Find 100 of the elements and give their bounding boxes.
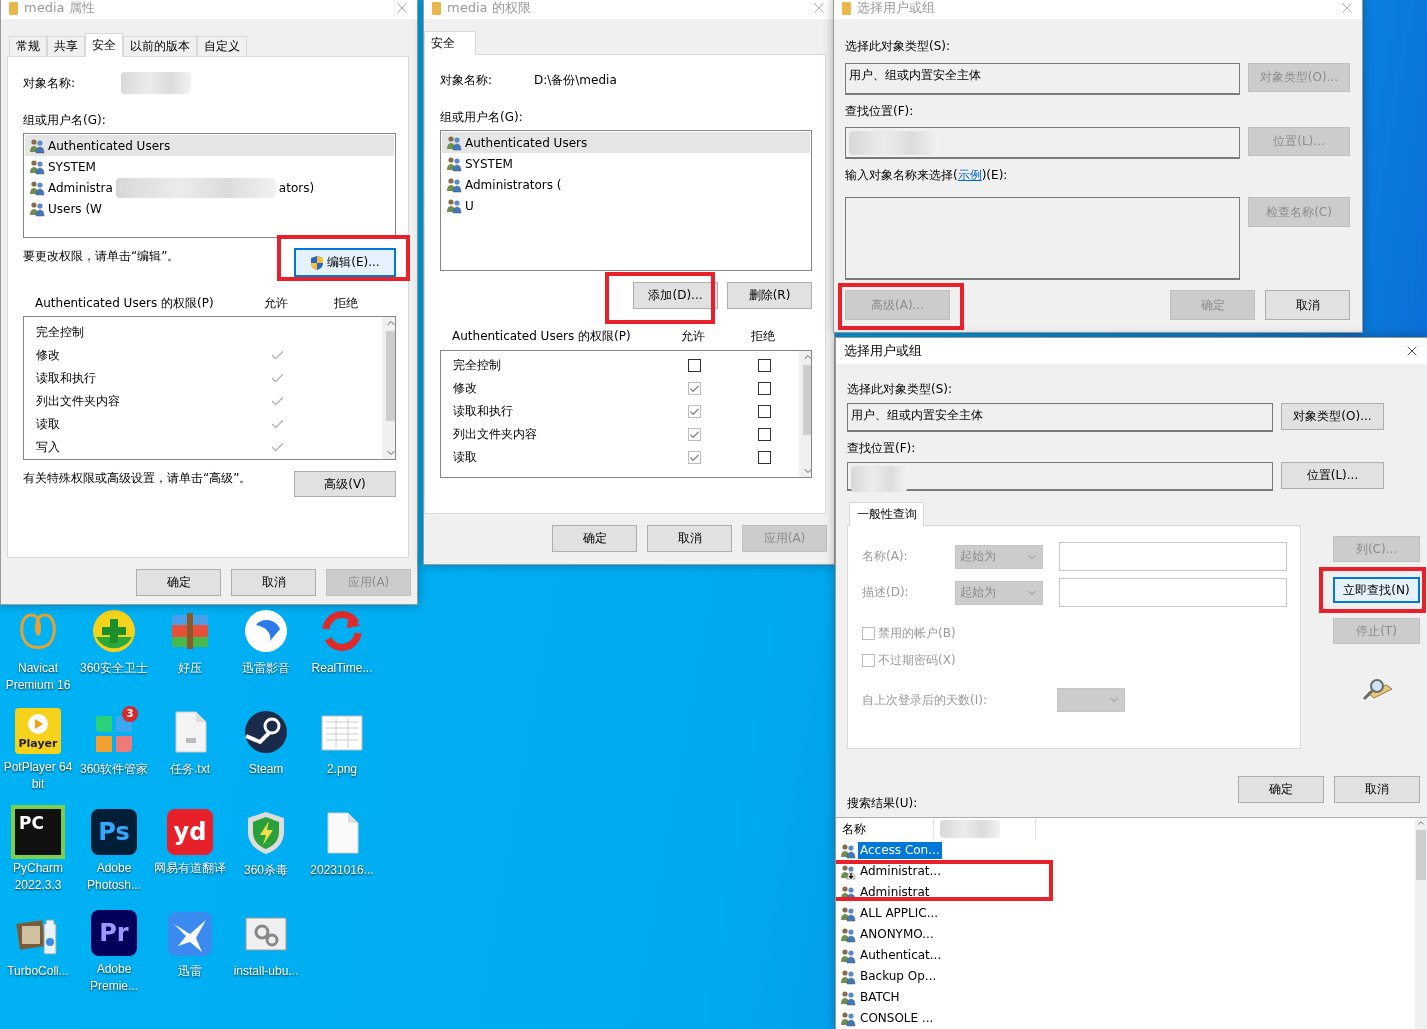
dialog-button[interactable]: 确定 [552,525,637,552]
checkbox[interactable] [757,405,771,418]
object-type-field: 用户、组或内置安全主体 [847,403,1273,432]
column-header[interactable]: 名称 [836,818,934,840]
tab[interactable]: 安全 [424,31,476,55]
column-header: 允许 [681,329,705,344]
user-list-item[interactable]: Users (W [25,198,394,219]
checkbox[interactable] [687,451,701,464]
advanced-button[interactable]: 高级(V) [294,471,396,497]
field-label: 对象名称: [23,75,76,91]
result-item[interactable]: BATCH [858,989,902,1006]
result-item[interactable]: Authenticat... [858,947,944,964]
result-item[interactable]: Access Con... [858,842,942,859]
desktop-icon-label: TurboColl... [6,963,70,980]
tab[interactable]: 以前的版本 [123,36,197,56]
field-label: 查找位置(F): [847,441,916,456]
text-field[interactable] [1059,578,1287,607]
tab[interactable]: 一般性查询 [849,502,924,526]
permission-name: 列出文件夹内容 [453,427,538,442]
checkbox[interactable] [687,382,701,395]
users-icon [840,842,856,859]
yd-logo-icon[interactable]: yd [167,809,213,855]
tab[interactable]: 安全 [85,33,123,57]
dialog-button[interactable]: 取消 [647,525,732,552]
tab[interactable]: 自定义 [197,36,247,56]
result-item[interactable]: ANONYMO... [858,926,936,943]
users-icon [29,179,45,196]
field-label: 组或用户名(G): [440,110,523,125]
users-icon [840,968,856,985]
dialog-button[interactable]: 确定 [136,569,221,596]
edit-button[interactable]: 编辑(E)... [294,248,396,277]
examples-link[interactable]: 示例 [957,168,982,183]
field-label: 查找位置(F): [845,104,914,119]
checkbox[interactable] [687,428,701,441]
list-action-button[interactable]: 添加(D)... [633,282,718,309]
result-item[interactable]: CONSOLE ... [858,1010,936,1027]
checkbox[interactable] [757,451,771,464]
search-action-button[interactable]: 立即查找(N) [1333,577,1420,603]
tab[interactable]: 常规 [9,36,47,56]
notification-badge: 3 [122,706,138,722]
tab[interactable]: 共享 [47,36,85,56]
checkbox[interactable] [757,382,771,395]
user-list-item[interactable]: U [442,195,810,216]
ps-logo-icon[interactable]: Ps [91,809,137,855]
field-label: 搜索结果(U): [847,796,918,811]
user-list-item[interactable]: Administrators ( [442,174,810,195]
user-list-item[interactable]: Authenticated Users [25,135,394,156]
scroll-thumb[interactable] [1416,830,1426,880]
scrollbar[interactable] [1415,818,1427,1029]
user-list-item[interactable]: SYSTEM [25,156,394,177]
text-field[interactable] [1059,542,1287,571]
result-item[interactable]: Administrat... [858,863,943,880]
users-icon [840,926,856,943]
desktop-icon-label: 迅雷影音 [241,660,291,677]
permission-name: 读取和执行 [36,371,97,386]
user-list-item[interactable]: Authenticated Users [442,132,810,153]
object-type-button[interactable]: 对象类型(O)... [1281,403,1384,430]
checkbox[interactable] [687,405,701,418]
play-logo-icon[interactable]: Player [15,708,61,754]
dialog-button[interactable]: 取消 [231,569,316,596]
instruction-text: 有关特殊权限或高级设置，请单击“高级”。 [23,471,252,486]
checkbox[interactable] [757,428,771,441]
location-button[interactable]: 位置(L)... [1281,462,1384,489]
users-icon [446,176,462,193]
user-list-item[interactable]: Administra ators) [25,177,394,198]
user-list-item[interactable]: SYSTEM [442,153,810,174]
checkbox-label: 禁用的帐户(B) [878,626,956,641]
result-item[interactable]: ALL APPLIC... [858,905,941,922]
field-label: 名称(A): [862,549,909,564]
desktop-icon-label: 网易有道翻译 [153,860,227,877]
field-label: 自上次登录后的天数(I): [862,692,988,708]
users-icon [840,989,856,1006]
user-arrow-icon [840,863,856,880]
scrollbar[interactable] [799,351,811,477]
checkbox[interactable] [862,654,875,667]
scrollbar[interactable] [382,317,395,459]
permission-name: 读取 [453,450,478,465]
checkbox[interactable] [757,359,771,372]
list-action-button[interactable]: 删除(R) [727,282,812,309]
pr-logo-icon[interactable]: Pr [91,910,137,956]
users-icon [446,155,462,172]
dialog-button[interactable]: 取消 [1334,776,1420,803]
field-label: 对象名称: [440,72,494,88]
desktop-icon-label: 360软件管家 [79,761,149,778]
dialog-button[interactable]: 取消 [1265,290,1350,320]
bird-logo-icon[interactable] [166,910,214,958]
field-label: 描述(D): [862,585,910,600]
object-names-field[interactable] [845,197,1240,280]
checkbox[interactable] [862,627,875,640]
folder-icon [9,1,18,15]
result-item[interactable]: Administrat [858,884,932,901]
window-title: 选择用户或组 [857,0,936,17]
dialog-button[interactable]: 确定 [1238,776,1324,803]
plus-circle-icon[interactable] [90,607,138,655]
permission-name: 读取和执行 [453,404,514,419]
scroll-up-icon[interactable] [1416,818,1426,828]
desktop-icon-label: 360杀毒 [243,862,289,879]
permission-name: 修改 [453,381,478,396]
checkbox[interactable] [687,359,701,372]
result-item[interactable]: Backup Op... [858,968,939,985]
